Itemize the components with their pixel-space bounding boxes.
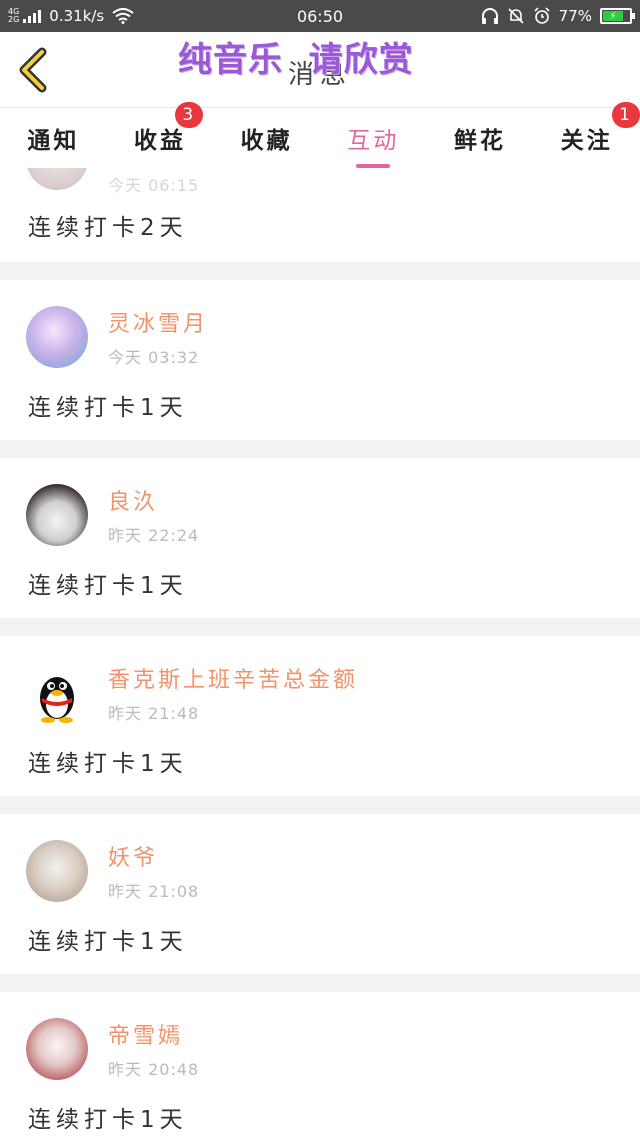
tab-label: 收藏 bbox=[240, 128, 293, 154]
status-right: 77% ⚡ bbox=[481, 7, 635, 25]
timestamp: 昨天 21:48 bbox=[108, 704, 200, 723]
avatar[interactable] bbox=[26, 168, 88, 190]
username[interactable]: 灵冰雪月 bbox=[108, 306, 208, 338]
network-bottom: 2G bbox=[8, 15, 20, 24]
tab-interactions[interactable]: 互动 bbox=[320, 108, 427, 168]
overlay-text: 纯音乐 请欣赏 bbox=[178, 40, 414, 80]
tab-label: 互动 bbox=[347, 128, 400, 154]
username[interactable]: 良汣 bbox=[108, 484, 158, 516]
list-item[interactable]: 灵冰雪月 今天 03:32 连续打卡1天 bbox=[0, 280, 640, 440]
avatar[interactable] bbox=[26, 840, 88, 902]
timestamp: 今天 06:15 bbox=[108, 176, 200, 195]
message-text: 连续打卡1天 bbox=[28, 929, 188, 955]
bell-muted-icon bbox=[508, 8, 524, 24]
header: 消息 纯音乐 请欣赏 bbox=[0, 32, 640, 108]
earnings-badge: 3 bbox=[175, 102, 204, 128]
timestamp: 昨天 22:24 bbox=[108, 526, 200, 545]
status-bar: 4G 2G 0.31k/s 06:50 77% ⚡ bbox=[0, 0, 640, 32]
alarm-icon bbox=[534, 7, 550, 24]
tab-label: 关注 bbox=[560, 128, 613, 154]
timestamp: 昨天 21:08 bbox=[108, 882, 200, 901]
tab-label: 通知 bbox=[27, 128, 80, 154]
headphones-icon bbox=[481, 8, 498, 24]
following-badge: 1 bbox=[612, 102, 640, 128]
network-type: 4G 2G bbox=[8, 8, 19, 24]
avatar[interactable] bbox=[26, 306, 88, 368]
timestamp: 今天 03:32 bbox=[108, 348, 200, 367]
message-text: 连续打卡1天 bbox=[28, 395, 188, 421]
battery-percent: 77% bbox=[558, 7, 592, 25]
username[interactable]: 妖爷 bbox=[108, 840, 158, 872]
battery-icon: ⚡ bbox=[600, 8, 635, 24]
tab-notifications[interactable]: 通知 bbox=[0, 108, 107, 168]
tab-favorites[interactable]: 收藏 bbox=[213, 108, 320, 168]
interaction-list[interactable]: 今天 06:15 连续打卡2天 灵冰雪月 今天 03:32 连续打卡1天 良汣 … bbox=[0, 168, 640, 1138]
message-text: 连续打卡1天 bbox=[28, 751, 188, 777]
username[interactable]: 香克斯上班辛苦总金额 bbox=[108, 662, 358, 694]
tab-earnings[interactable]: 收益 3 bbox=[107, 102, 214, 168]
network-speed: 0.31k/s bbox=[49, 7, 105, 25]
message-text: 连续打卡1天 bbox=[28, 1107, 188, 1133]
list-item[interactable]: 帝雪嫣 昨天 20:48 连续打卡1天 bbox=[0, 992, 640, 1138]
wifi-icon bbox=[112, 8, 134, 24]
list-item[interactable]: 良汣 昨天 22:24 连续打卡1天 bbox=[0, 458, 640, 618]
list-item[interactable]: 今天 06:15 连续打卡2天 bbox=[0, 168, 640, 262]
tab-label: 收益 bbox=[134, 128, 186, 154]
list-item[interactable]: 香克斯上班辛苦总金额 昨天 21:48 连续打卡1天 bbox=[0, 636, 640, 796]
tab-bar: 通知 收益 3 收藏 互动 鲜花 关注 1 bbox=[0, 102, 640, 168]
avatar[interactable] bbox=[26, 484, 88, 546]
qq-penguin-icon[interactable] bbox=[26, 662, 88, 724]
timestamp: 昨天 20:48 bbox=[108, 1060, 200, 1079]
tab-flowers[interactable]: 鲜花 bbox=[427, 108, 534, 168]
tab-following[interactable]: 关注 1 bbox=[533, 102, 640, 168]
message-text: 连续打卡2天 bbox=[28, 215, 188, 241]
signal-icon bbox=[23, 9, 42, 23]
message-text: 连续打卡1天 bbox=[28, 573, 188, 599]
tab-label: 鲜花 bbox=[454, 128, 507, 154]
username[interactable]: 帝雪嫣 bbox=[108, 1018, 183, 1050]
list-item[interactable]: 妖爷 昨天 21:08 连续打卡1天 bbox=[0, 814, 640, 974]
avatar[interactable] bbox=[26, 1018, 88, 1080]
status-left: 4G 2G 0.31k/s bbox=[8, 7, 248, 25]
